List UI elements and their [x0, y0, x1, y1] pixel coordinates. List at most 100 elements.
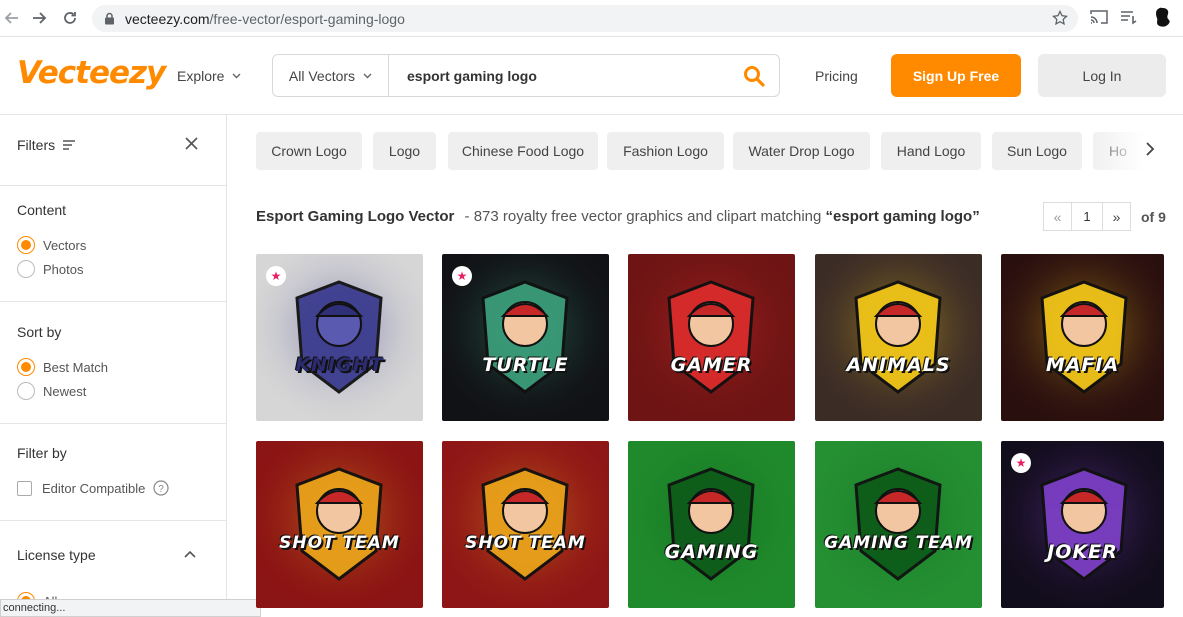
profile-avatar-icon[interactable] [1153, 7, 1173, 29]
result-card-shot-team-1[interactable]: SHOT TEAM [256, 441, 423, 608]
logo-text: JOKER [1047, 541, 1118, 563]
result-card-joker[interactable]: JOKER ★ [1001, 441, 1164, 608]
bookmark-star-icon[interactable] [1052, 10, 1068, 26]
svg-text:?: ? [159, 484, 165, 495]
pagination: « 1 » of 9 [1043, 202, 1166, 231]
logo-text: ANIMALS [846, 354, 951, 376]
radio-selected[interactable] [17, 358, 35, 376]
tag-chip[interactable]: Chinese Food Logo [448, 132, 598, 170]
first-page-button[interactable]: « [1043, 202, 1072, 231]
logo-illustration [442, 441, 609, 608]
editor-compatible-option[interactable]: Editor Compatible ? [17, 476, 169, 500]
content-title: Content [17, 202, 67, 218]
result-card-mafia[interactable]: MAFIA [1001, 254, 1164, 421]
sort-title: Sort by [17, 324, 62, 340]
filter-by-title: Filter by [17, 445, 67, 461]
option-label: Vectors [43, 237, 87, 253]
content-filter: Content Vectors Photos [0, 186, 226, 302]
chevron-down-icon [232, 73, 241, 79]
sort-option-best-match[interactable]: Best Match [17, 355, 108, 379]
reading-list-icon[interactable] [1120, 9, 1138, 25]
content-option-vectors[interactable]: Vectors [17, 233, 86, 257]
radio-unselected[interactable] [17, 382, 35, 400]
results-subtitle: - 873 royalty free vector graphics and c… [464, 208, 822, 225]
vecteezy-logo[interactable]: Vecteezy [17, 55, 166, 91]
cast-icon[interactable] [1090, 9, 1108, 25]
option-label: Editor Compatible [42, 480, 146, 496]
filter-lines-icon [63, 140, 76, 150]
filter-by-section: Filter by Editor Compatible ? [0, 424, 226, 521]
sign-up-button[interactable]: Sign Up Free [891, 54, 1021, 97]
logo-illustration [815, 254, 982, 421]
close-icon[interactable] [185, 137, 198, 150]
filters-sidebar: Filters Content Vectors Photos Sort by B… [0, 115, 227, 617]
logo-text: TURTLE [482, 354, 569, 376]
result-card-gaming-awesome[interactable]: GAMING [628, 441, 795, 608]
logo-text: GAMING TEAM [824, 533, 973, 553]
search-bar: All Vectors [272, 54, 780, 97]
result-card-shot-team-2[interactable]: SHOT TEAM [442, 441, 609, 608]
log-in-button[interactable]: Log In [1038, 54, 1166, 97]
filters-header: Filters [0, 115, 226, 186]
search-icon [744, 65, 765, 87]
search-button[interactable] [729, 55, 779, 96]
tag-chip[interactable]: Hand Logo [881, 132, 981, 170]
logo-text: MAFIA [1045, 354, 1120, 376]
tag-chip[interactable]: Logo [373, 132, 436, 170]
result-card-gamer[interactable]: GAMER [628, 254, 795, 421]
explore-label: Explore [177, 68, 225, 84]
tag-chip[interactable]: Crown Logo [256, 132, 362, 170]
url-text: vecteezy.com/free-vector/esport-gaming-l… [125, 10, 405, 27]
next-page-button[interactable]: » [1102, 202, 1131, 231]
tag-chip[interactable]: Water Drop Logo [733, 132, 870, 170]
address-bar[interactable]: vecteezy.com/free-vector/esport-gaming-l… [92, 5, 1078, 32]
search-input[interactable] [389, 55, 729, 96]
logo-text: GAMER [670, 354, 753, 376]
option-label: Newest [43, 383, 87, 399]
tag-chip[interactable]: Sun Logo [992, 132, 1082, 170]
page-count: of 9 [1141, 208, 1166, 225]
filters-title: Filters [17, 137, 56, 153]
tags-fade [1087, 115, 1183, 188]
chevron-right-icon[interactable] [1145, 141, 1155, 157]
related-tags-bar: Crown Logo Logo Chinese Food Logo Fashio… [227, 115, 1183, 188]
logo-text: SHOT TEAM [279, 533, 400, 553]
back-icon[interactable] [0, 6, 24, 30]
pro-badge-star-icon: ★ [266, 266, 286, 286]
option-label: Best Match [43, 359, 109, 375]
logo-illustration [1001, 254, 1164, 421]
logo-illustration [815, 441, 982, 608]
results-title: Esport Gaming Logo Vector [256, 208, 455, 225]
chevron-down-icon [363, 73, 372, 78]
radio-unselected[interactable] [17, 260, 35, 278]
page-number-input[interactable]: 1 [1072, 202, 1102, 231]
search-category-label: All Vectors [288, 67, 356, 84]
browser-status-bar: connecting... [0, 599, 261, 617]
result-card-gaming-team[interactable]: GAMING TEAM [815, 441, 982, 608]
site-header: Vecteezy Explore All Vectors Pricing Sig… [0, 37, 1183, 115]
logo-illustration [628, 254, 795, 421]
pricing-link[interactable]: Pricing [815, 68, 858, 84]
pro-badge-star-icon: ★ [1011, 453, 1031, 473]
explore-menu[interactable]: Explore [177, 68, 241, 84]
result-card-knight[interactable]: KNIGHT ★ [256, 254, 423, 421]
logo-illustration [256, 441, 423, 608]
pro-badge-star-icon: ★ [452, 266, 472, 286]
forward-icon[interactable] [27, 6, 51, 30]
browser-toolbar: vecteezy.com/free-vector/esport-gaming-l… [0, 0, 1183, 37]
result-card-animals[interactable]: ANIMALS [815, 254, 982, 421]
reload-icon[interactable] [58, 6, 82, 30]
search-category-select[interactable]: All Vectors [273, 55, 389, 96]
logo-illustration [628, 441, 795, 608]
editor-compatible-checkbox[interactable] [17, 480, 32, 496]
tag-chip[interactable]: Fashion Logo [607, 132, 724, 170]
chevron-up-icon[interactable] [184, 550, 196, 558]
content-option-photos[interactable]: Photos [17, 257, 83, 281]
radio-selected[interactable] [17, 236, 35, 254]
sort-option-newest[interactable]: Newest [17, 379, 86, 403]
result-card-turtle[interactable]: TURTLE ★ [442, 254, 609, 421]
logo-text: KNIGHT [295, 354, 384, 376]
results-heading: Esport Gaming Logo Vector - 873 royalty … [256, 208, 980, 225]
lock-icon [105, 12, 114, 25]
help-icon[interactable]: ? [153, 480, 169, 496]
